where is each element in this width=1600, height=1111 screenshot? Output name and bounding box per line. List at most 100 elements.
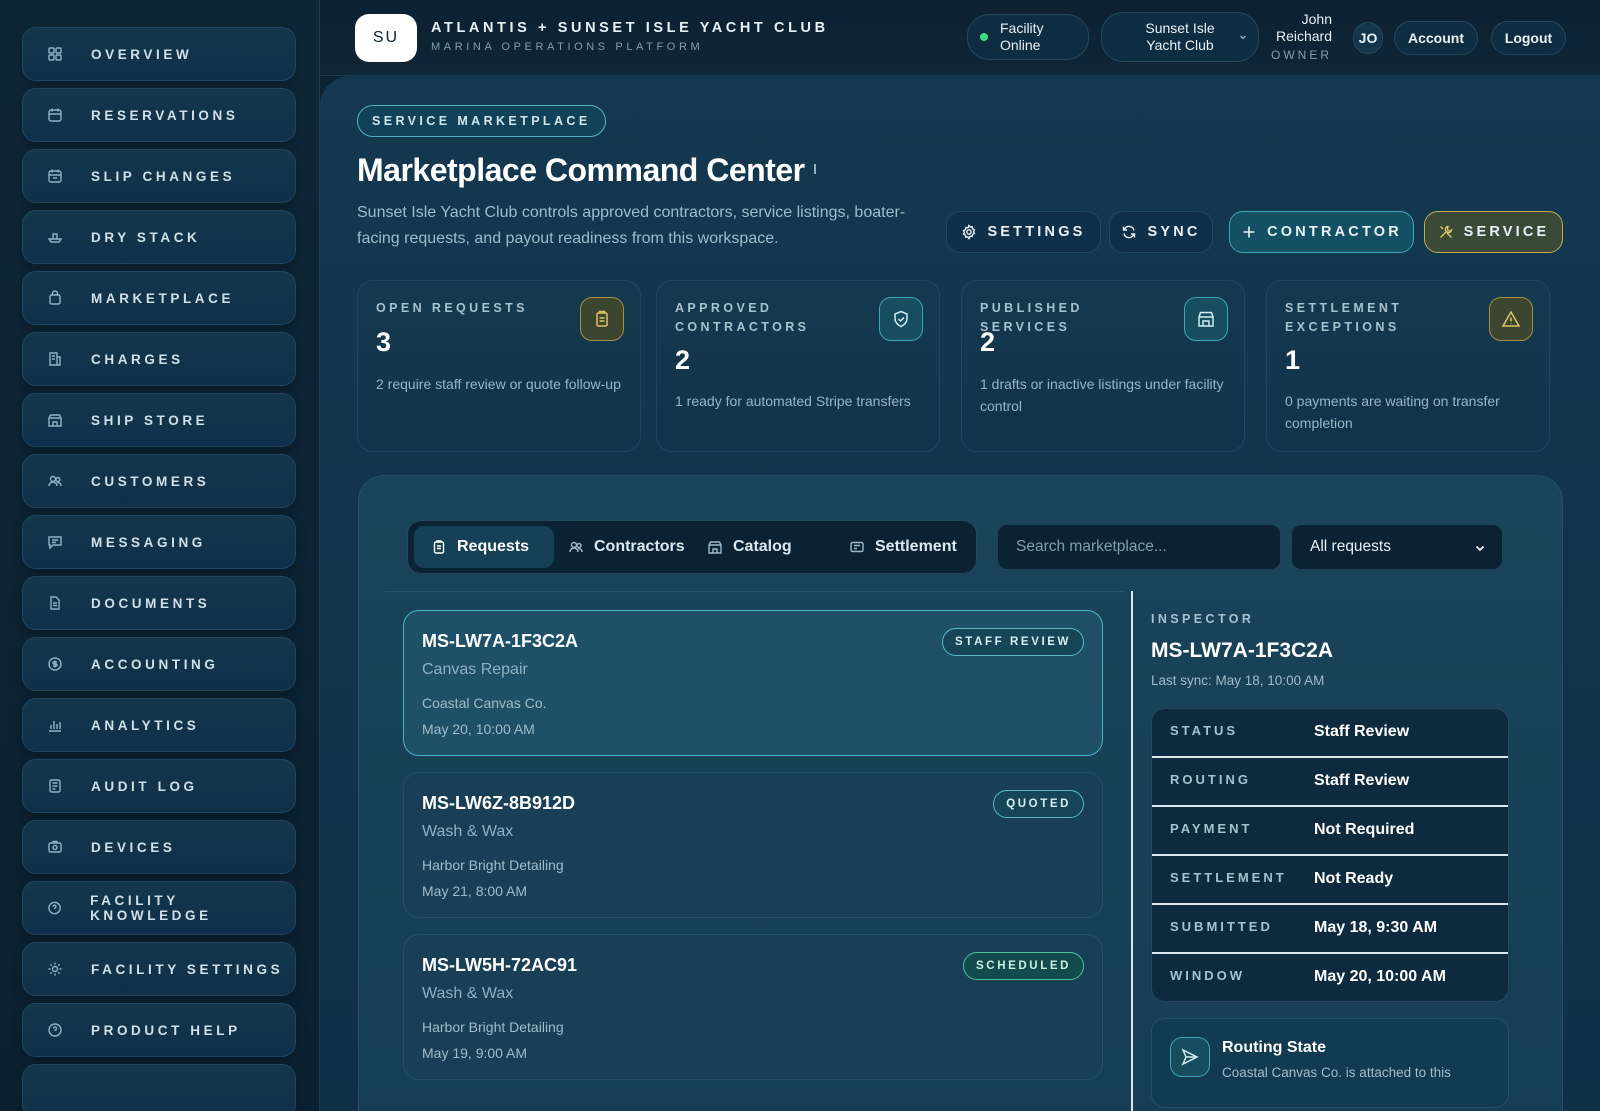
inspector-request-id: MS-LW7A-1F3C2A: [1151, 639, 1334, 662]
request-id: MS-LW7A-1F3C2A: [422, 631, 579, 651]
status-badge: QUOTED: [993, 790, 1084, 818]
avatar[interactable]: JO: [1353, 22, 1383, 54]
sidebar-item-accounting[interactable]: ACCOUNTING: [22, 637, 296, 691]
knowledge-icon: [48, 901, 61, 915]
status-badge: STAFF REVIEW: [942, 628, 1084, 656]
club-selector-text: Sunset Isle Yacht Club: [1120, 20, 1240, 54]
request-service: Wash & Wax: [422, 985, 514, 1002]
stat-card-approved-contractors: APPROVED CONTRACTORS 2 1 ready for autom…: [656, 280, 940, 452]
sidebar-item-reservations[interactable]: RESERVATIONS: [22, 88, 296, 142]
inspector-last-sync: Last sync: May 18, 10:00 AM: [1151, 673, 1325, 688]
sidebar-item-label: DRY STACK: [91, 229, 201, 245]
sidebar-item-customers[interactable]: CUSTOMERS: [22, 454, 296, 508]
sidebar-item-label: CHARGES: [91, 351, 184, 367]
sidebar-item-dry-stack[interactable]: DRY STACK: [22, 210, 296, 264]
sync-button[interactable]: SYNC: [1109, 211, 1213, 253]
sidebar-item-label: RESERVATIONS: [91, 107, 239, 123]
sidebar-item-facility-knowledge[interactable]: FACILITY KNOWLEDGE: [22, 881, 296, 935]
routing-text: Coastal Canvas Co. is attached to this: [1222, 1065, 1451, 1080]
routing-title: Routing State: [1222, 1039, 1326, 1056]
sidebar: OVERVIEW RESERVATIONS SLIP CHANGES DRY S…: [0, 0, 320, 1111]
logout-button[interactable]: Logout: [1491, 21, 1566, 55]
tab-label: Contractors: [594, 538, 685, 555]
sidebar-item-documents[interactable]: DOCUMENTS: [22, 576, 296, 630]
request-filter-select[interactable]: All requests: [1291, 524, 1503, 570]
user-first-name: John: [1301, 11, 1332, 27]
sidebar-item-facility-settings[interactable]: FACILITY SETTINGS: [22, 942, 296, 996]
sidebar-item-label: MARKETPLACE: [91, 290, 235, 306]
stat-label: SETTLEMENT EXCEPTIONS: [1285, 301, 1403, 334]
sidebar-item-devices[interactable]: DEVICES: [22, 820, 296, 874]
app-title: ATLANTIS + SUNSET ISLE YACHT CLUB: [431, 20, 829, 36]
log-icon: [49, 779, 61, 793]
settings-button[interactable]: SETTINGS: [946, 211, 1101, 253]
stat-label: OPEN REQUESTS: [376, 301, 528, 315]
chart-icon: [49, 721, 61, 732]
page-description: Sunset Isle Yacht Club controls approved…: [357, 204, 906, 247]
chevron-down-icon: [1475, 545, 1485, 552]
calendar-swap-icon: [48, 169, 62, 183]
tab-requests[interactable]: Requests: [414, 526, 554, 568]
sidebar-item-more[interactable]: [22, 1064, 296, 1111]
club-line1: Sunset Isle: [1145, 20, 1215, 36]
store-icon: [48, 414, 62, 427]
request-card[interactable]: MS-LW5H-72AC91 Wash & Wax Harbor Bright …: [403, 934, 1103, 1080]
tab-contractors[interactable]: Contractors: [566, 526, 696, 568]
sidebar-item-product-help[interactable]: PRODUCT HELP: [22, 1003, 296, 1057]
status-badge: SCHEDULED: [963, 952, 1084, 980]
inspector-label: INSPECTOR: [1151, 612, 1255, 626]
users-icon: [569, 541, 583, 553]
search-input[interactable]: [997, 524, 1281, 570]
sidebar-item-messaging[interactable]: MESSAGING: [22, 515, 296, 569]
help-icon: [48, 1023, 62, 1037]
sidebar-item-overview[interactable]: OVERVIEW: [22, 27, 296, 81]
device-icon: [48, 840, 62, 853]
inspector-value: Staff Review: [1314, 772, 1410, 789]
user-last-name: Reichard: [1275, 28, 1332, 44]
stat-note: 1 ready for automated Stripe transfers: [675, 393, 911, 409]
sun-gear-icon: [48, 962, 62, 976]
warning-icon: [1489, 297, 1533, 341]
club-selector[interactable]: Sunset Isle Yacht Club: [1101, 12, 1259, 62]
facility-badge[interactable]: SU: [355, 14, 417, 62]
request-card[interactable]: MS-LW7A-1F3C2A Canvas Repair Coastal Can…: [403, 610, 1103, 756]
add-contractor-button[interactable]: CONTRACTOR: [1229, 211, 1414, 253]
sidebar-item-label: ANALYTICS: [91, 717, 200, 733]
sidebar-item-ship-store[interactable]: SHIP STORE: [22, 393, 296, 447]
sidebar-item-label: OVERVIEW: [91, 46, 193, 62]
marketplace-workspace: Requests Contractors Catalog Settlement …: [358, 475, 1563, 1111]
inspector-details: STATUS Staff Review ROUTING Staff Review…: [1151, 708, 1509, 1002]
plus-icon: [1243, 226, 1255, 238]
sidebar-item-slip-changes[interactable]: SLIP CHANGES: [22, 149, 296, 203]
user-name: John Reichard: [1260, 11, 1332, 45]
inspector-value: Not Ready: [1314, 870, 1394, 887]
sidebar-item-analytics[interactable]: ANALYTICS: [22, 698, 296, 752]
inspector-key: SETTLEMENT: [1170, 870, 1287, 885]
clipboard-icon: [433, 540, 445, 554]
gear-icon: [963, 224, 976, 240]
sidebar-item-charges[interactable]: CHARGES: [22, 332, 296, 386]
add-service-button[interactable]: SERVICE: [1424, 211, 1563, 253]
tab-settlement[interactable]: Settlement: [846, 526, 976, 568]
store-icon: [708, 541, 722, 554]
account-button[interactable]: Account: [1394, 21, 1478, 55]
user-role: OWNER: [1271, 48, 1332, 62]
contractor-label: CONTRACTOR: [1267, 224, 1402, 240]
sidebar-item-label: ACCOUNTING: [91, 656, 219, 672]
request-card[interactable]: MS-LW6Z-8B912D Wash & Wax Harbor Bright …: [403, 772, 1103, 918]
sidebar-item-audit-log[interactable]: AUDIT LOG: [22, 759, 296, 813]
sidebar-item-marketplace[interactable]: MARKETPLACE: [22, 271, 296, 325]
bag-icon: [49, 290, 61, 305]
inspector-value: Staff Review: [1314, 723, 1410, 740]
tab-catalog[interactable]: Catalog: [706, 526, 816, 568]
panel-divider: [1131, 591, 1133, 1111]
chevron-down-icon: [1240, 35, 1246, 40]
sidebar-item-label: CUSTOMERS: [91, 473, 210, 489]
stat-value: 1: [1285, 345, 1301, 375]
grid-icon: [48, 47, 62, 61]
request-date: May 19, 9:00 AM: [422, 1045, 528, 1061]
inspector-row: STATUS Staff Review: [1152, 709, 1508, 758]
message-icon: [48, 536, 62, 550]
inspector-value: May 20, 10:00 AM: [1314, 968, 1446, 985]
wallet-icon: [850, 541, 864, 553]
